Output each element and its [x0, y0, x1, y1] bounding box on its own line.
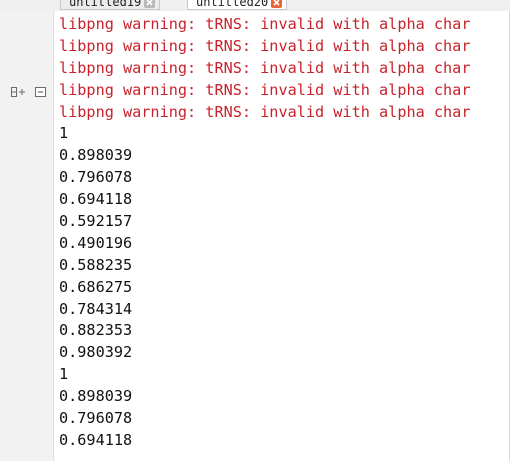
output-line: 0.784314: [59, 299, 133, 318]
output-line: 0.796078: [59, 168, 133, 187]
tab-bar: untitled19 untitled20: [0, 0, 510, 11]
warning-line: libpng warning: tRNS: invalid with alpha…: [59, 58, 471, 77]
collapse-icon[interactable]: [34, 83, 48, 97]
warning-line: libpng warning: tRNS: invalid with alpha…: [59, 80, 471, 99]
tab-label: untitled19: [69, 0, 142, 9]
output-line: 0.588235: [59, 255, 133, 274]
console-gutter: [0, 11, 54, 461]
tab-label: untitled20: [196, 0, 269, 9]
tab-untitled19[interactable]: untitled19: [60, 0, 161, 10]
console-output[interactable]: libpng warning: tRNS: invalid with alpha…: [59, 14, 510, 461]
output-line: 0.898039: [59, 146, 133, 165]
expand-all-icon[interactable]: [10, 83, 25, 97]
warning-line: libpng warning: tRNS: invalid with alpha…: [59, 36, 471, 55]
output-line: 0.686275: [59, 277, 133, 296]
output-line: 0.694118: [59, 190, 133, 209]
tab-untitled20[interactable]: untitled20: [187, 0, 288, 10]
output-line: 0.980392: [59, 343, 133, 362]
close-icon[interactable]: [271, 0, 283, 8]
output-line: 0.694118: [59, 430, 133, 449]
output-line: 1: [59, 365, 69, 384]
output-line: 0.796078: [59, 409, 133, 428]
output-line: 1: [59, 124, 69, 143]
output-line: 0.898039: [59, 387, 133, 406]
output-line: 0.882353: [59, 321, 133, 340]
output-line: 0.490196: [59, 233, 133, 252]
close-icon[interactable]: [144, 0, 156, 8]
warning-line: libpng warning: tRNS: invalid with alpha…: [59, 15, 471, 33]
warning-line: libpng warning: tRNS: invalid with alpha…: [59, 102, 471, 121]
output-line: 0.592157: [59, 212, 133, 231]
